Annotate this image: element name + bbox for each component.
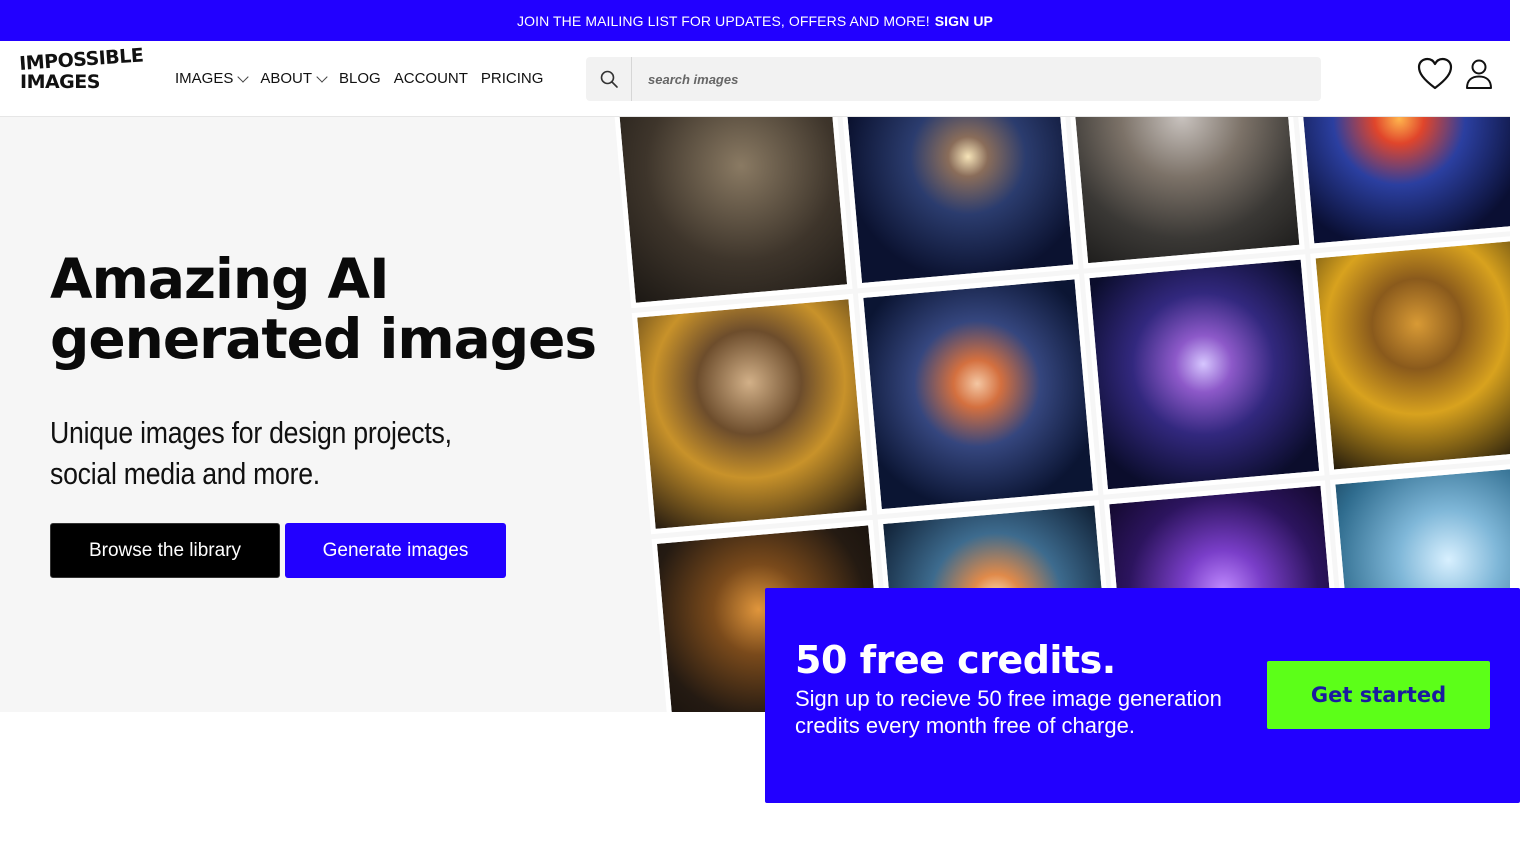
chevron-down-icon — [316, 70, 328, 83]
browse-library-button[interactable]: Browse the library — [50, 523, 280, 578]
site-header: IMPOSSIBLE IMAGES IMAGES ABOUT BLOG ACCO… — [0, 41, 1510, 117]
hero-subtitle: Unique images for design projects, socia… — [50, 415, 452, 491]
nav-images-label: IMAGES — [175, 70, 234, 87]
gallery-image[interactable] — [1290, 117, 1510, 249]
banner-signup-link[interactable]: SIGN UP — [935, 13, 993, 29]
gallery-image[interactable] — [1310, 234, 1510, 475]
hero-title: Amazing AI generated images — [50, 247, 597, 371]
gallery-image[interactable] — [838, 117, 1079, 289]
nav-about-label: ABOUT — [260, 70, 313, 87]
gallery-image[interactable] — [857, 274, 1099, 515]
nav-blog-label: BLOG — [339, 70, 381, 87]
main-nav: IMAGES ABOUT BLOG ACCOUNT PRICING — [175, 41, 543, 116]
mailing-list-banner: JOIN THE MAILING LIST FOR UPDATES, OFFER… — [0, 0, 1510, 41]
nav-item-about[interactable]: ABOUT — [260, 70, 328, 87]
nav-item-images[interactable]: IMAGES — [175, 70, 250, 87]
logo-line-1: IMPOSSIBLE — [18, 44, 145, 75]
promo-text: Sign up to recieve 50 free image generat… — [795, 686, 1222, 738]
nav-account-label: ACCOUNT — [393, 70, 468, 87]
user-icon[interactable] — [1464, 58, 1494, 90]
gallery-image[interactable] — [1064, 117, 1305, 269]
get-started-button[interactable]: Get started — [1267, 661, 1490, 729]
chevron-down-icon — [237, 70, 250, 83]
gallery-image[interactable] — [612, 117, 853, 309]
heart-icon[interactable] — [1417, 57, 1453, 91]
nav-item-pricing[interactable]: PRICING — [481, 70, 544, 87]
nav-item-account[interactable]: ACCOUNT — [394, 70, 468, 87]
logo-line-2: IMAGES — [20, 71, 100, 94]
site-logo[interactable]: IMPOSSIBLE IMAGES — [19, 44, 144, 105]
gallery-image[interactable] — [631, 293, 873, 535]
banner-text: JOIN THE MAILING LIST FOR UPDATES, OFFER… — [517, 12, 930, 29]
nav-item-blog[interactable]: BLOG — [339, 70, 381, 87]
nav-pricing-label: PRICING — [480, 70, 544, 87]
search-icon[interactable] — [586, 57, 632, 101]
search-bar — [586, 57, 1321, 101]
search-input[interactable] — [646, 58, 1310, 100]
gallery-image[interactable] — [1084, 254, 1325, 495]
free-credits-promo: 50 free credits. Sign up to recieve 50 f… — [765, 588, 1520, 803]
generate-images-button[interactable]: Generate images — [285, 523, 506, 578]
promo-title: 50 free credits. — [795, 638, 1116, 682]
